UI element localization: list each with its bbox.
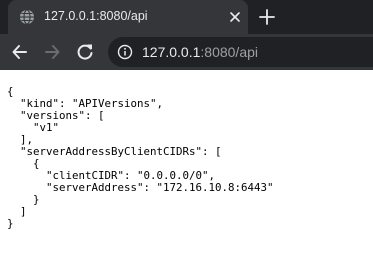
plus-icon[interactable]: [257, 7, 277, 27]
globe-icon: [20, 9, 34, 25]
url-path: :8080/api: [200, 44, 258, 60]
url-host: 127.0.0.1: [142, 44, 201, 60]
address-bar[interactable]: 127.0.0.1:8080/api: [108, 37, 373, 67]
json-response: { "kind": "APIVersions", "versions": [ "…: [7, 85, 274, 230]
arrow-left-icon[interactable]: [10, 42, 30, 62]
browser-toolbar: 127.0.0.1:8080/api: [0, 34, 373, 70]
browser-window: 127.0.0.1:8080/api 127.0.0.1:8080/api {…: [0, 0, 373, 273]
page-content: { "kind": "APIVersions", "versions": [ "…: [0, 70, 373, 273]
close-icon[interactable]: [227, 9, 243, 25]
reload-icon[interactable]: [75, 42, 95, 62]
tab-active[interactable]: 127.0.0.1:8080/api: [8, 0, 248, 34]
info-icon[interactable]: [117, 44, 133, 60]
url-text[interactable]: 127.0.0.1:8080/api: [142, 44, 258, 60]
arrow-right-icon[interactable]: [42, 42, 62, 62]
tab-strip: 127.0.0.1:8080/api: [0, 0, 373, 34]
tab-title: 127.0.0.1:8080/api: [44, 9, 148, 23]
